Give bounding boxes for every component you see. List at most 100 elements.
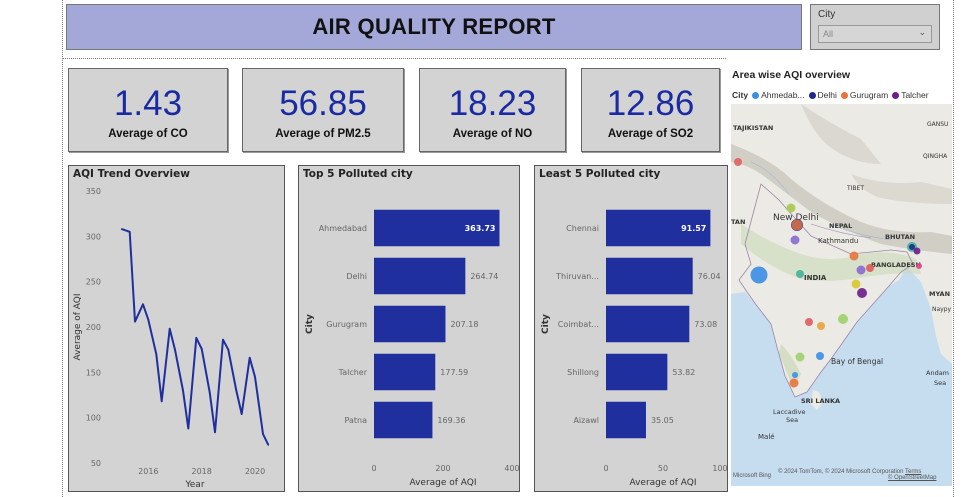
bar — [606, 305, 690, 343]
data-label: 207.18 — [450, 320, 478, 329]
y-axis-title: City — [305, 314, 315, 334]
legend-label-delhi: Delhi — [817, 90, 837, 100]
category-label: Chennai — [566, 224, 599, 233]
aqi-trend-point — [200, 347, 203, 350]
city-bubble[interactable] — [817, 322, 825, 330]
city-bubble[interactable] — [795, 352, 805, 362]
map-label-laccadive: Laccadive — [773, 408, 806, 416]
legend-label-talcher: Talcher — [901, 90, 929, 100]
map-label-bhutan: BHUTAN — [885, 233, 915, 241]
x-axis-title: Average of AQI — [629, 478, 696, 488]
city-bubble[interactable] — [816, 352, 824, 360]
city-slicer-value: All — [823, 29, 834, 39]
y-tick-label: 150 — [86, 368, 101, 377]
city-bubble[interactable] — [913, 247, 921, 255]
card-no-value: 18.23 — [448, 84, 537, 123]
legend-dot-talcher — [892, 91, 900, 99]
city-bubble[interactable] — [838, 314, 848, 324]
map-label-naypyidaw: Naypy — [932, 306, 952, 313]
city-bubble[interactable] — [786, 203, 796, 213]
city-bubble[interactable] — [792, 372, 798, 378]
city-bubble-talcher[interactable] — [857, 288, 867, 298]
category-label: Thiruvan... — [555, 272, 599, 281]
aqi-trend-point — [254, 376, 256, 378]
top5-panel[interactable]: Top 5 Polluted city Ahmedabad 363.73 Delhi… — [298, 165, 520, 492]
map-label-andaman: Andam — [926, 369, 949, 377]
y-axis-title: Average of AQI — [73, 293, 83, 360]
bar — [606, 353, 668, 391]
card-pm25-value: 56.85 — [279, 84, 367, 123]
top5-chart[interactable]: Ahmedabad 363.73 Delhi 264.74 Gurugram 207.18… — [299, 166, 521, 493]
map-label-myanmar: MYAN — [929, 290, 950, 298]
aqi-trend-point — [227, 348, 230, 351]
aqi-trend-point — [160, 400, 163, 403]
city-bubble[interactable] — [734, 158, 742, 166]
legend-item-ahmedabad[interactable]: Ahmedab... — [752, 90, 805, 100]
data-label: 91.57 — [681, 224, 706, 233]
aqi-trend-chart[interactable]: 50 100 150 200 250 300 350 2016 2018 2020 Year Aver… — [69, 166, 286, 493]
city-slicer-dropdown[interactable]: All ⌄ — [818, 25, 932, 43]
bar — [374, 353, 436, 391]
x-tick-label: 2016 — [138, 467, 158, 476]
aqi-trend-point — [187, 427, 190, 430]
legend-item-delhi[interactable]: Delhi — [808, 90, 837, 100]
city-bubble[interactable] — [916, 263, 922, 269]
card-pm25[interactable]: 56.85 Average of PM2.5 — [242, 68, 404, 152]
aqi-trend-point — [208, 391, 211, 394]
data-label: 363.73 — [465, 224, 496, 233]
aqi-trend-point — [262, 433, 264, 435]
report-title: AIR QUALITY REPORT — [312, 14, 556, 39]
city-bubble[interactable] — [789, 378, 799, 388]
aqi-map[interactable]: TAJIKISTAN GANSU QINGHA TIBET TAN New De… — [731, 104, 952, 486]
city-bubble[interactable] — [849, 251, 859, 261]
aqi-trend-point — [240, 413, 243, 415]
osm-link[interactable]: © OpenStreetMap — [888, 475, 936, 481]
x-tick-label: 2018 — [191, 467, 211, 476]
city-bubble[interactable] — [805, 318, 813, 326]
aqi-trend-point — [235, 389, 238, 392]
card-so2[interactable]: 12.86 Average of SO2 — [581, 68, 720, 152]
category-label: Shillong — [567, 368, 599, 377]
city-slicer[interactable]: City All ⌄ — [810, 4, 940, 50]
category-label: Gurugram — [326, 320, 367, 329]
card-co[interactable]: 1.43 Average of CO — [68, 68, 228, 152]
map-label-kathmandu: Kathmandu — [818, 237, 858, 245]
bar — [374, 305, 446, 343]
map-label-tan: TAN — [731, 218, 745, 226]
least5-chart[interactable]: Chennai 91.57 Thiruvan... 76.04 Coimbat... 73… — [535, 166, 729, 493]
chevron-down-icon[interactable]: ⌄ — [918, 27, 926, 38]
city-bubble[interactable] — [856, 265, 866, 275]
x-tick-label: 100 — [712, 464, 727, 473]
city-bubble-gurugram[interactable] — [791, 219, 803, 231]
aqi-trend-point — [248, 357, 251, 359]
map-label-male: Malé — [758, 433, 775, 441]
city-bubble-ahmedabad[interactable] — [750, 266, 768, 284]
report-canvas: AIR QUALITY REPORT City All ⌄ 1.43 Avera… — [0, 0, 974, 497]
aqi-trend-point — [267, 444, 270, 446]
data-label: 53.82 — [672, 368, 695, 377]
legend-dot-gurugram — [840, 91, 848, 99]
aqi-trend-point — [128, 231, 131, 233]
legend-item-gurugram[interactable]: Gurugram — [840, 90, 888, 100]
aqi-trend-point — [147, 318, 150, 321]
city-bubble[interactable] — [790, 235, 800, 245]
category-label: Patna — [345, 416, 368, 425]
city-bubble[interactable] — [796, 270, 804, 278]
city-bubble[interactable] — [866, 264, 874, 272]
x-tick-label: 2020 — [245, 467, 265, 476]
x-axis-title: Year — [184, 480, 204, 490]
city-bubble[interactable] — [851, 279, 861, 289]
x-tick-label: 200 — [435, 464, 450, 473]
map-canvas[interactable]: TAJIKISTAN GANSU QINGHA TIBET TAN New De… — [731, 104, 952, 486]
aqi-trend-panel[interactable]: AQI Trend Overview 50 100 150 200 250 300 350 2… — [68, 165, 285, 492]
aqi-trend-point — [142, 303, 144, 306]
card-co-value: 1.43 — [113, 84, 183, 123]
card-no[interactable]: 18.23 Average of NO — [419, 68, 566, 152]
map-legend-title: City — [732, 90, 749, 100]
aqi-trend-line — [121, 228, 270, 446]
card-so2-value: 12.86 — [606, 84, 695, 123]
least5-panel[interactable]: Least 5 Polluted city Chennai 91.57 Thiruv… — [534, 165, 728, 492]
legend-item-talcher[interactable]: Talcher — [892, 90, 929, 100]
bar — [374, 257, 466, 295]
x-axis-title: Average of AQI — [409, 478, 476, 488]
